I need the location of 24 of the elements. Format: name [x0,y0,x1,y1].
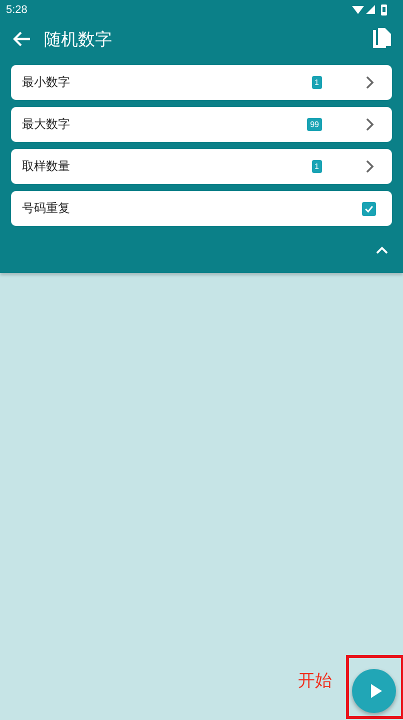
setting-label: 取样数量 [22,158,71,175]
value-badge: 1 [312,160,322,173]
value-badge: 99 [307,118,322,131]
play-button[interactable] [352,669,396,713]
annotation-label: 开始 [298,670,332,692]
setting-row[interactable]: 号码重复 [11,191,392,226]
play-icon [368,683,382,699]
toolbar-title: 随机数字 [44,28,113,50]
status-time: 5:28 [6,4,28,16]
status-icons [352,4,390,16]
setting-label: 最小数字 [22,74,71,91]
chevron-up-icon[interactable] [376,246,388,254]
setting-row[interactable]: 最大数字 99 [11,107,392,142]
value-badge: 1 [312,76,322,89]
setting-row[interactable]: 最小数字 1 [11,65,392,100]
setting-label: 号码重复 [22,200,71,217]
copy-icon[interactable] [373,28,391,50]
back-arrow-icon[interactable] [13,31,31,47]
chevron-right-icon [366,160,374,173]
chevron-right-icon [366,118,374,131]
chevron-right-icon [366,76,374,89]
checkbox[interactable] [362,202,376,216]
setting-label: 最大数字 [22,116,71,133]
setting-row[interactable]: 取样数量 1 [11,149,392,184]
